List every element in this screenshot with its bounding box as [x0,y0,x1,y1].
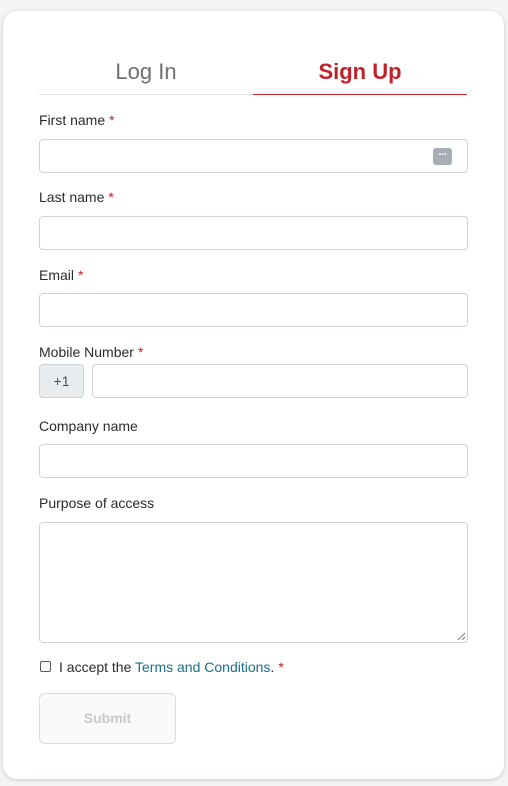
purpose-label: Purpose of access [39,495,155,511]
accept-prefix-text: I accept the [59,659,136,675]
first-name-field[interactable]: ··· [39,139,468,173]
email-label-text: Email [39,267,75,283]
accept-terms-label: I accept the Terms and Conditions. * [59,658,284,676]
email-field[interactable] [39,293,468,327]
required-mark: * [109,112,115,128]
mobile-label: Mobile Number * [39,343,143,361]
first-name-label-text: First name [39,112,106,128]
accept-suffix-text: . [270,659,275,675]
country-code-prefix: +1 [39,364,84,398]
company-name-field[interactable] [39,444,468,478]
password-manager-icon[interactable]: ··· [433,148,452,165]
mobile-label-text: Mobile Number [39,344,134,360]
accept-terms-checkbox[interactable] [40,661,51,672]
resize-grip-icon[interactable] [457,632,465,640]
submit-button[interactable]: Submit [39,693,176,744]
required-mark: * [278,659,284,675]
last-name-label-text: Last name [39,189,105,205]
terms-link[interactable]: Terms and Conditions [135,659,270,675]
required-mark: * [108,189,114,205]
auth-tabs: Log In Sign Up [39,57,467,95]
tab-signup[interactable]: Sign Up [253,57,467,95]
company-label: Company name [39,418,138,434]
tab-login[interactable]: Log In [39,57,253,94]
email-label: Email * [39,266,83,284]
mobile-number-field[interactable] [92,364,468,398]
first-name-label: First name * [39,111,115,129]
required-mark: * [137,344,144,360]
purpose-textarea[interactable] [39,522,468,643]
required-mark: * [78,267,84,283]
last-name-field[interactable] [39,216,468,250]
last-name-label: Last name * [39,188,114,206]
signup-card: Log In Sign Up First name * ··· Last name… [3,11,504,779]
